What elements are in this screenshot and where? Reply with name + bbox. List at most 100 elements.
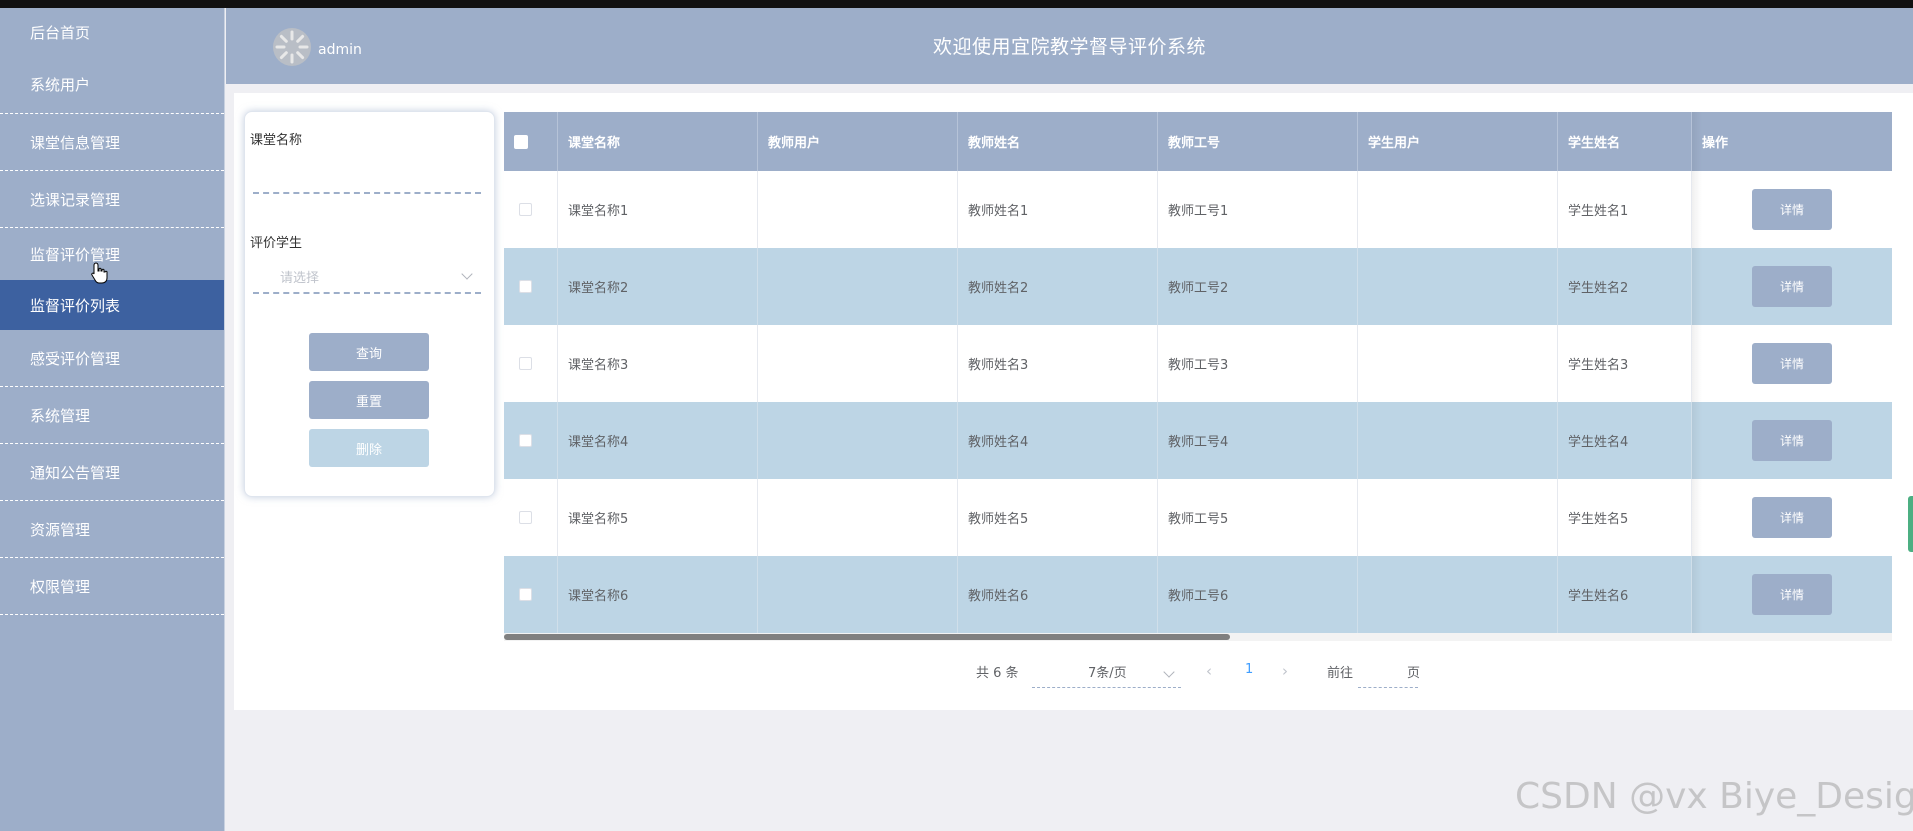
row-checkbox[interactable]	[519, 511, 532, 524]
sidebar-item-system[interactable]: 系统管理	[0, 387, 224, 444]
detail-button[interactable]: 详情	[1752, 266, 1832, 307]
header: admin 欢迎使用宜院教学督导评价系统	[226, 8, 1913, 84]
student-user-cell	[1358, 479, 1558, 556]
page-number-current[interactable]: 1	[1245, 662, 1253, 686]
course-name-cell: 课堂名称5	[558, 479, 758, 556]
teacher-name-cell: 教师姓名5	[958, 479, 1158, 556]
action-cell: 详情	[1692, 479, 1892, 556]
detail-button[interactable]: 详情	[1752, 574, 1832, 615]
column-header[interactable]: 课堂名称	[558, 112, 758, 171]
table-row[interactable]: 课堂名称3 教师姓名3 教师工号3 学生姓名3 详情	[504, 325, 1892, 402]
teacher-no-cell: 教师工号6	[1158, 556, 1358, 633]
row-checkbox[interactable]	[519, 203, 532, 216]
next-page-icon[interactable]: ›	[1282, 662, 1288, 686]
data-table: 课堂名称 教师用户 教师姓名 教师工号 学生用户 学生姓名 操作 课堂名称1 教师…	[504, 112, 1892, 633]
teacher-user-cell	[758, 248, 958, 325]
checkbox-cell	[504, 479, 558, 556]
table-row[interactable]: 课堂名称4 教师姓名4 教师工号4 学生姓名4 详情	[504, 402, 1892, 479]
table-row[interactable]: 课堂名称1 教师姓名1 教师工号1 学生姓名1 详情	[504, 171, 1892, 248]
teacher-user-cell	[758, 171, 958, 248]
student-name-cell: 学生姓名5	[1558, 479, 1692, 556]
teacher-name-cell: 教师姓名3	[958, 325, 1158, 402]
teacher-name-cell: 教师姓名2	[958, 248, 1158, 325]
side-tab-handle[interactable]	[1908, 496, 1913, 552]
course-name-cell: 课堂名称4	[558, 402, 758, 479]
sidebar-item-permissions[interactable]: 权限管理	[0, 558, 224, 615]
pagination-total: 共 6 条	[976, 666, 1019, 681]
student-user-cell	[1358, 325, 1558, 402]
teacher-no-cell: 教师工号1	[1158, 171, 1358, 248]
table-row[interactable]: 课堂名称2 教师姓名2 教师工号2 学生姓名2 详情	[504, 248, 1892, 325]
page-suffix-label: 页	[1407, 666, 1421, 681]
student-select[interactable]: 请选择	[253, 260, 481, 294]
teacher-no-cell: 教师工号3	[1158, 325, 1358, 402]
student-name-cell: 学生姓名2	[1558, 248, 1692, 325]
teacher-user-cell	[758, 556, 958, 633]
course-name-input[interactable]	[253, 160, 481, 194]
action-cell: 详情	[1692, 325, 1892, 402]
sidebar-item-course-selection[interactable]: 选课记录管理	[0, 171, 224, 228]
column-header[interactable]: 学生用户	[1358, 112, 1558, 171]
action-cell: 详情	[1692, 248, 1892, 325]
column-header[interactable]: 学生姓名	[1558, 112, 1692, 171]
sidebar-item-resources[interactable]: 资源管理	[0, 501, 224, 558]
column-header[interactable]: 教师用户	[758, 112, 958, 171]
teacher-name-cell: 教师姓名4	[958, 402, 1158, 479]
checkbox-cell	[504, 402, 558, 479]
column-header[interactable]: 教师姓名	[958, 112, 1158, 171]
scrollbar-thumb[interactable]	[504, 634, 1230, 640]
teacher-no-cell: 教师工号2	[1158, 248, 1358, 325]
row-checkbox[interactable]	[519, 357, 532, 370]
reset-button[interactable]: 重置	[309, 381, 429, 419]
delete-button[interactable]: 删除	[309, 429, 429, 467]
course-name-cell: 课堂名称3	[558, 325, 758, 402]
student-user-cell	[1358, 402, 1558, 479]
sidebar-item-label: 后台首页	[30, 23, 91, 42]
sidebar-item-home[interactable]: 后台首页	[0, 8, 224, 56]
select-all-checkbox[interactable]	[514, 134, 528, 149]
sidebar-item-supervision[interactable]: 监督评价管理	[0, 228, 224, 280]
teacher-user-cell	[758, 325, 958, 402]
sidebar-item-label: 资源管理	[30, 520, 91, 539]
sidebar-item-course-info[interactable]: 课堂信息管理	[0, 114, 224, 171]
detail-button[interactable]: 详情	[1752, 343, 1832, 384]
detail-button[interactable]: 详情	[1752, 420, 1832, 461]
teacher-name-cell: 教师姓名6	[958, 556, 1158, 633]
student-name-cell: 学生姓名6	[1558, 556, 1692, 633]
sidebar-item-supervision-list[interactable]: 监督评价列表	[0, 280, 224, 330]
table-row[interactable]: 课堂名称5 教师姓名5 教师工号5 学生姓名5 详情	[504, 479, 1892, 556]
action-cell: 详情	[1692, 402, 1892, 479]
teacher-no-cell: 教师工号5	[1158, 479, 1358, 556]
row-checkbox[interactable]	[519, 588, 532, 601]
sidebar-item-label: 系统管理	[30, 406, 91, 425]
chevron-down-icon	[1163, 666, 1175, 678]
sidebar-item-label: 权限管理	[30, 577, 91, 596]
student-name-cell: 学生姓名1	[1558, 171, 1692, 248]
prev-page-icon[interactable]: ‹	[1206, 662, 1212, 686]
checkbox-cell	[504, 556, 558, 633]
action-cell: 详情	[1692, 556, 1892, 633]
sidebar-item-label: 通知公告管理	[30, 463, 121, 482]
select-all-cell	[504, 112, 558, 171]
sidebar-item-label: 系统用户	[30, 76, 91, 94]
fixed-column-shadow	[1692, 112, 1702, 633]
row-checkbox[interactable]	[519, 280, 532, 293]
sidebar-item-notice[interactable]: 通知公告管理	[0, 444, 224, 501]
sidebar-item-feedback[interactable]: 感受评价管理	[0, 330, 224, 387]
teacher-no-cell: 教师工号4	[1158, 402, 1358, 479]
page-title: 欢迎使用宜院教学督导评价系统	[932, 36, 1206, 58]
student-user-cell	[1358, 556, 1558, 633]
page-size-value: 7条/页	[1088, 666, 1127, 681]
query-button[interactable]: 查询	[309, 333, 429, 371]
checkbox-cell	[504, 325, 558, 402]
row-checkbox[interactable]	[519, 434, 532, 447]
teacher-user-cell	[758, 479, 958, 556]
detail-button[interactable]: 详情	[1752, 497, 1832, 538]
page-size-select[interactable]: 7条/页	[1032, 662, 1181, 688]
column-header[interactable]: 教师工号	[1158, 112, 1358, 171]
course-name-cell: 课堂名称1	[558, 171, 758, 248]
table-row[interactable]: 课堂名称6 教师姓名6 教师工号6 学生姓名6 详情	[504, 556, 1892, 633]
detail-button[interactable]: 详情	[1752, 189, 1832, 230]
sidebar-item-system-users[interactable]: 系统用户	[0, 56, 224, 114]
course-name-cell: 课堂名称6	[558, 556, 758, 633]
